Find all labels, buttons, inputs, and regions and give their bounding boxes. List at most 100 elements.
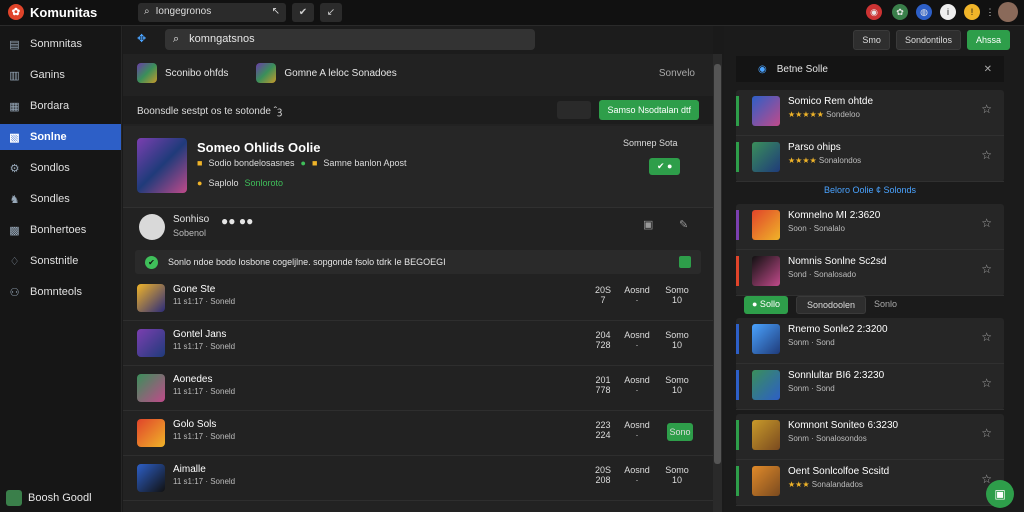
sidebar-item-3[interactable]: ▦ Bordara (0, 93, 121, 119)
close-icon[interactable]: ✕ (984, 64, 992, 75)
star-icon[interactable]: ☆ (981, 102, 992, 116)
list-name: Gontel Jans (173, 329, 227, 340)
star-icon[interactable]: ☆ (981, 330, 992, 344)
filter-button-b[interactable]: Sonodoolen (795, 296, 866, 314)
game-tag-button[interactable]: ✔ ● (649, 158, 681, 175)
list-avatar (752, 210, 780, 240)
game-line-2: Samne banlon Apost (323, 158, 407, 168)
sidebar-item-label: Bonhertoes (30, 224, 87, 236)
expand-icon[interactable]: ✥ (137, 32, 146, 45)
profile-avatar[interactable] (139, 214, 165, 240)
star-icon[interactable]: ☆ (981, 376, 992, 390)
list-sub-text: Sondeloo (826, 110, 860, 119)
star-icon[interactable]: ☆ (981, 262, 992, 276)
sidebar-item-5[interactable]: ⚙ Sondlos (0, 155, 121, 181)
star-icon[interactable]: ☆ (981, 216, 992, 230)
game-image[interactable] (137, 138, 187, 193)
accent-bar (736, 210, 739, 240)
right-button-b[interactable]: Sondontilos (895, 30, 961, 50)
sidebar-item-7[interactable]: ▩ Bonhertoes (0, 217, 121, 243)
list-avatar (752, 370, 780, 400)
friend-avatar[interactable] (256, 63, 277, 83)
sidebar-item-4[interactable]: ▧ Sonlne (0, 124, 121, 150)
list-name: Rnemo Sonle2 2:3200 (788, 324, 888, 335)
list-item[interactable]: Somico Rem ohtde ★★★★★ Sondeloo ☆ (736, 90, 1004, 136)
list-item[interactable]: Komnelno MI 2:3620 Soon · Sonalalo ☆ (736, 204, 1004, 250)
friend-name-a[interactable]: Sconibo ohfds (165, 68, 228, 79)
sidebar-item-9[interactable]: ⚇ Bomnteols (0, 279, 121, 305)
accent-bar (736, 324, 739, 354)
sidebar-item-6[interactable]: ♞ Sondles (0, 186, 121, 212)
list-sub-text: Sonalandados (811, 480, 863, 489)
sidebar-icon-4: ▧ (9, 131, 20, 144)
star-icon[interactable]: ☆ (981, 148, 992, 162)
alert-icon[interactable]: ! (964, 4, 980, 20)
right-actions: Smo Sondontilos Ahssa (853, 30, 1010, 50)
app-logo[interactable]: ✿ Komunitas (8, 4, 97, 20)
list-sub: 11 s1:17 · Soneld (173, 342, 236, 351)
game-tag: Somnep Sota (623, 138, 678, 148)
sidebar-item-label: Sondles (30, 193, 70, 205)
right-button-c[interactable]: Ahssa (966, 30, 1010, 50)
list-item[interactable]: Golo Sols 11 s1:17 · Soneld 223 224 Aosnd ·… (123, 411, 713, 456)
list-item[interactable]: Sonnlultar BI6 2:3230 Sonm · Sond ☆ (736, 364, 1004, 410)
list-col2: Aosnd · (624, 375, 650, 395)
app-badge-icon: ✿ (8, 4, 24, 20)
banner-blank-button[interactable] (557, 101, 592, 119)
rating-stars: ★★★ (788, 480, 810, 489)
menu-icon[interactable]: ⋮ (982, 4, 998, 20)
info-icon[interactable]: i (940, 4, 956, 20)
main-scrollbar[interactable] (713, 54, 722, 512)
list-action-button[interactable]: Sono (667, 423, 693, 441)
main-search-input[interactable]: ⌕ komngatsnos (165, 29, 535, 50)
notification-icon[interactable]: ◉ (866, 4, 882, 20)
chat-button[interactable]: ▣ (986, 480, 1014, 508)
star-icon[interactable]: ☆ (981, 426, 992, 440)
list-col3: Somo 10 (665, 285, 689, 305)
list-item[interactable]: Parso ohips ★★★★ Sonalondos ☆ (736, 136, 1004, 182)
check-icon: ✔ (145, 255, 158, 269)
list-item[interactable]: Nomnis Sonlne Sc2sd Sond · Sonalosado ☆ (736, 250, 1004, 296)
list-item[interactable]: Oent Sonlcolfoe Scsitd ★★★ Sonalandados ☆ (736, 460, 1004, 506)
notice-action-icon[interactable] (679, 256, 691, 268)
list-avatar (137, 284, 165, 312)
list-item[interactable]: Gontel Jans 11 s1:17 · Soneld 204 728 Aosnd… (123, 321, 713, 366)
recommended-panel: Komnont Soniteo 6:3230 Sonm · Sonalosondo… (736, 414, 1004, 506)
banner-button[interactable]: Samso Nsodtalan dtf (599, 100, 699, 120)
list-item[interactable]: Aonedes 11 s1:17 · Soneld 201 778 Aosnd · So… (123, 366, 713, 411)
list-name: Golo Sols (173, 419, 217, 430)
pin-icon[interactable]: ✎ (679, 218, 688, 231)
top-search[interactable]: ⌕ Iongegronos ↖ (138, 3, 286, 22)
list-item[interactable]: Rnemo Sonle2 2:3200 Sonm · Sond ☆ (736, 318, 1004, 364)
avatar[interactable] (998, 2, 1018, 22)
filter-button-a[interactable]: ● Sollo (744, 296, 788, 314)
top-button-1[interactable]: ✔ (292, 3, 314, 22)
sidebar-icon-9: ⚇ (9, 286, 20, 299)
sidebar-item-8[interactable]: ♢ Sonstnitle (0, 248, 121, 274)
list-item[interactable]: Aimalle 11 s1:17 · Soneld 20S 208 Aosnd · So… (123, 456, 713, 501)
sidebar-footer[interactable]: Boosh Goodl (6, 490, 92, 506)
list-col2: Aosnd · (624, 330, 650, 350)
sidebar-item-1[interactable]: ▤ Sonmnitas (0, 31, 121, 57)
activity-panel: Komnelno MI 2:3620 Soon · Sonalalo ☆ Nomni… (736, 204, 1004, 296)
sidebar-icon-2: ▥ (9, 69, 20, 82)
list-sub: Sonm · Sond (788, 384, 835, 393)
sidebar-item-2[interactable]: ▥ Ganins (0, 62, 121, 88)
top-button-2[interactable]: ↙ (320, 3, 342, 22)
list-item[interactable]: Komnont Soniteo 6:3230 Sonm · Sonalosondo… (736, 414, 1004, 460)
right-button-a[interactable]: Smo (853, 30, 890, 50)
game-meta-b: Sonloroto (244, 178, 283, 188)
friend-avatar[interactable] (137, 63, 157, 83)
list-sub: 11 s1:17 · Soneld (173, 477, 236, 486)
globe-icon[interactable]: ◍ (916, 4, 932, 20)
friend-name-b[interactable]: Gomne A leloc Sonadoes (284, 68, 396, 79)
section-label[interactable]: Beloro Oolie ¢ Solonds (736, 185, 1004, 195)
right-header: ◉ Betne Solle ✕ (736, 56, 1004, 82)
list-item[interactable]: Gone Ste 11 s1:17 · Soneld 20S 7 Aosnd · Som… (123, 276, 713, 321)
friends-icon[interactable]: ✿ (892, 4, 908, 20)
filter-label: Sonlo (874, 299, 898, 309)
scrollbar-thumb[interactable] (714, 64, 721, 464)
friends-more[interactable]: Sonvelo (659, 68, 695, 79)
image-icon[interactable]: ▣ (643, 218, 653, 231)
profile-row: Sonhiso Sobenol ●● ●● ▣ ✎ (123, 208, 713, 246)
